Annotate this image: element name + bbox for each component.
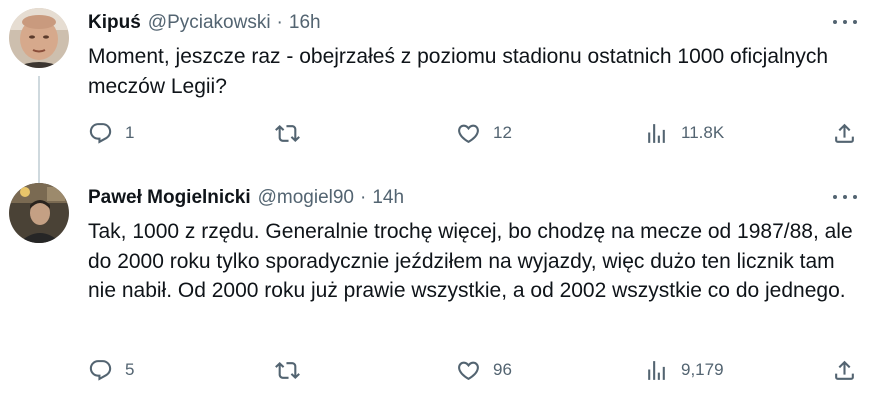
action-bar: 1 12 11.8K <box>88 119 868 147</box>
separator-dot: · <box>276 12 283 33</box>
reply-button[interactable]: 1 <box>88 119 134 147</box>
more-dots-icon[interactable] <box>830 187 860 207</box>
avatar-photo <box>9 183 69 243</box>
heart-icon <box>458 124 479 143</box>
like-count: 96 <box>493 360 512 379</box>
reply-button[interactable]: 5 <box>88 356 134 384</box>
retweet-button[interactable] <box>275 119 300 147</box>
views-button[interactable]: 9,179 <box>644 356 724 384</box>
separator-dot: · <box>360 187 367 208</box>
views-count: 9,179 <box>681 360 724 379</box>
like-button[interactable]: 96 <box>456 356 512 384</box>
heart-icon <box>458 361 479 380</box>
thread-line <box>38 76 40 184</box>
more-dots-icon[interactable] <box>830 12 860 32</box>
views-button[interactable]: 11.8K <box>644 119 724 147</box>
retweet-icon <box>275 124 300 142</box>
author-name[interactable]: Kipuś <box>88 12 141 34</box>
views-chart-icon <box>648 123 665 143</box>
views-count: 11.8K <box>681 123 725 142</box>
share-button[interactable] <box>832 119 857 147</box>
action-bar: 5 96 9,179 <box>88 356 868 384</box>
avatar[interactable] <box>9 8 69 68</box>
avatar[interactable] <box>9 183 69 243</box>
tweet: Paweł Mogielnicki @mogiel90 · 14h Tak, 1… <box>0 175 880 404</box>
reply-icon <box>89 359 112 381</box>
reply-count: 1 <box>125 123 135 142</box>
retweet-icon <box>275 361 300 379</box>
like-count: 12 <box>493 123 512 142</box>
tweet-text: Moment, jeszcze raz - obejrzałeś z pozio… <box>88 45 829 98</box>
author-name[interactable]: Paweł Mogielnicki <box>88 187 251 209</box>
like-button[interactable]: 12 <box>456 119 512 147</box>
avatar-photo <box>9 8 69 68</box>
timestamp[interactable]: 14h <box>372 187 404 209</box>
share-icon <box>835 360 854 380</box>
tweet: Kipuś @Pyciakowski · 16h Moment, jeszcze… <box>0 0 880 184</box>
views-chart-icon <box>648 360 665 380</box>
tweet-header: Paweł Mogielnicki @mogiel90 · 14h <box>88 185 404 211</box>
tweet-text: Tak, 1000 z rzędu. Generalnie trochę wię… <box>88 220 853 302</box>
reply-count: 5 <box>125 360 135 379</box>
tweet-header: Kipuś @Pyciakowski · 16h <box>88 10 321 36</box>
share-icon <box>835 123 854 143</box>
timestamp[interactable]: 16h <box>289 12 321 34</box>
author-handle[interactable]: @Pyciakowski <box>148 12 271 34</box>
reply-icon <box>89 122 112 144</box>
share-button[interactable] <box>832 356 857 384</box>
author-handle[interactable]: @mogiel90 <box>258 187 354 209</box>
retweet-button[interactable] <box>275 356 300 384</box>
